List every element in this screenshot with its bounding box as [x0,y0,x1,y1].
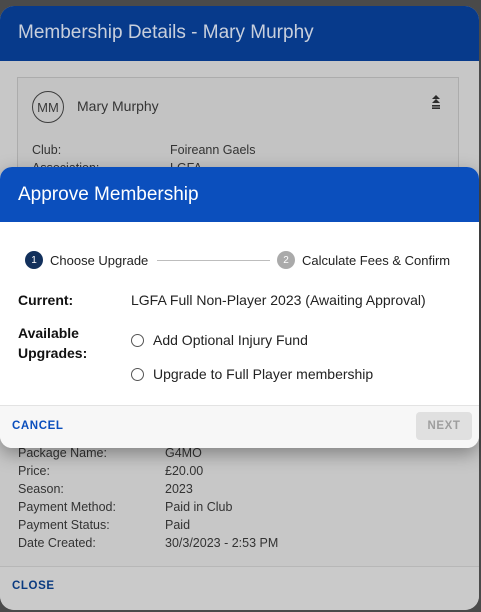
available-upgrades-label: Available Upgrades: [18,323,87,363]
dialog-footer: CANCEL NEXT [0,405,479,448]
detail-value: Paid [165,518,191,532]
stepper-connector [157,260,270,261]
detail-value: G4MO [165,446,202,460]
step-number: 1 [25,251,43,269]
detail-label: Date Created: [18,536,96,550]
detail-value: £20.00 [165,464,204,478]
current-membership-value: LGFA Full Non-Player 2023 (Awaiting Appr… [131,292,426,308]
detail-value: 2023 [165,482,193,496]
option-injury-fund[interactable]: Add Optional Injury Fund [131,332,308,348]
membership-details-title: Membership Details - Mary Murphy [0,6,479,61]
detail-label: Payment Status: [18,518,110,532]
next-button[interactable]: NEXT [416,412,472,440]
label-line: Available [18,325,79,341]
label-line: Upgrades: [18,345,88,361]
option-label: Add Optional Injury Fund [153,332,308,348]
avatar: MM [32,91,64,123]
approve-membership-dialog: Approve Membership 1 Choose Upgrade 2 Ca… [0,167,479,448]
collapse-icon[interactable] [431,95,441,111]
current-label: Current: [18,292,74,308]
step-choose-upgrade: 1 Choose Upgrade [25,251,148,269]
step-label: Choose Upgrade [50,252,149,268]
detail-value: Paid in Club [165,500,233,514]
detail-value: 30/3/2023 - 2:53 PM [165,536,279,550]
dialog-title: Approve Membership [0,167,479,222]
member-name: Mary Murphy [77,98,159,114]
step-label: Calculate Fees & Confirm [302,252,451,268]
close-button[interactable]: CLOSE [12,580,55,592]
radio-button[interactable] [131,367,144,381]
detail-value: Foireann Gaels [170,143,256,157]
membership-details-footer: CLOSE [0,566,479,610]
option-full-player[interactable]: Upgrade to Full Player membership [131,366,373,382]
detail-label: Season: [18,482,64,496]
step-number: 2 [277,251,295,269]
detail-label: Payment Method: [18,500,116,514]
detail-label: Package Name: [18,446,107,460]
detail-label: Club: [32,143,62,157]
option-label: Upgrade to Full Player membership [153,366,374,382]
cancel-button[interactable]: CANCEL [12,420,64,432]
detail-label: Price: [18,464,50,478]
step-calculate-fees: 2 Calculate Fees & Confirm [277,251,450,269]
radio-button[interactable] [131,333,144,347]
